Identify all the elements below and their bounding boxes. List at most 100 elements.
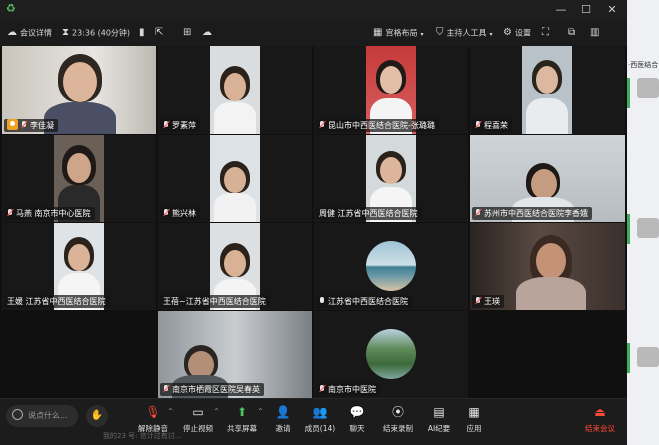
video-tile[interactable]: 王瑛	[470, 223, 625, 310]
video-tile[interactable]: 南京市栖霞区医院吴春英	[158, 311, 312, 398]
video-tile[interactable]: 罗素萍	[158, 46, 312, 134]
chat-avatar[interactable]	[637, 218, 659, 238]
video-tile[interactable]: 马燕 南京市中心医院	[2, 135, 156, 222]
participant-video	[210, 46, 260, 134]
invite-button[interactable]: 👤 邀请	[263, 403, 303, 441]
members-button[interactable]: 👥 成员(14)	[300, 403, 340, 441]
timer-label: 23:36 (40分钟)	[72, 28, 131, 38]
cloud-record-icon[interactable]: ☁	[202, 20, 215, 46]
participant-name-tag: 王媛 江苏省中西医结合医院	[4, 295, 110, 308]
hourglass-icon: ⧗	[62, 27, 70, 38]
host-tools-button[interactable]: ⛉ 主持人工具 ▾	[436, 20, 493, 46]
muted-mic-icon	[475, 209, 481, 217]
end-meeting-button[interactable]: ⏏ 结束会议	[580, 403, 620, 441]
settings-button[interactable]: ⚙ 设置	[503, 20, 531, 46]
muted-mic-icon	[163, 385, 169, 393]
muted-mic-icon	[475, 121, 481, 129]
muted-mic-icon	[319, 121, 325, 129]
muted-mic-icon	[475, 297, 481, 305]
chat-avatar[interactable]	[637, 78, 659, 98]
host-tools-label: 主持人工具	[446, 28, 487, 38]
apps-grid-icon: ▦	[468, 405, 480, 419]
participant-name-tag: 南京市中医院	[316, 383, 380, 396]
chat-placeholder: 说点什么...	[28, 411, 68, 420]
app-logo-icon: ♻	[6, 2, 16, 15]
participant-name-tag: 马燕 南京市中心医院	[4, 207, 95, 220]
end-record-button[interactable]: ⦿ 结束录制	[378, 403, 418, 441]
unread-indicator	[627, 78, 630, 108]
chat-avatar[interactable]	[637, 347, 659, 367]
meeting-toolbar: 说点什么... ✋ 🎙 解除静音 ^ ▭ 停止视频 ^ ⬆ 共享屏幕 ^ 👤 邀请 👥 成…	[0, 398, 627, 445]
video-tile[interactable]: 王蓓~江苏省中西医结合医院	[158, 223, 312, 310]
unmute-options-chevron-icon[interactable]: ^	[168, 408, 173, 415]
layout-button[interactable]: ▦ 宫格布局 ▾	[373, 20, 423, 46]
muted-mic-icon	[163, 121, 169, 129]
cloud-icon: ☁	[7, 27, 17, 38]
video-tile[interactable]: 苏州市中西医结合医院李香娥	[470, 135, 625, 222]
meeting-window: ♻ — ☐ ✕ ☁ 会议详情 ⧗ 23:36 (40分钟) ▮ ⇱ ⊞ ☁ ▦ 宫格布…	[0, 0, 627, 445]
apps-button[interactable]: ▦ 应用	[454, 403, 494, 441]
muted-mic-icon	[21, 121, 27, 129]
participant-name-tag: 熊兴林	[160, 207, 200, 220]
members-icon: 👥	[312, 405, 328, 419]
video-tile[interactable]: 王媛 江苏省中西医结合医院	[2, 223, 156, 310]
video-tile[interactable]: 周健 江苏省中西医结合医院	[314, 135, 468, 222]
exit-icon: ⏏	[594, 405, 606, 419]
unread-indicator	[627, 214, 630, 244]
ai-notes-icon: ▤	[433, 405, 445, 419]
popout-icon[interactable]: ⧉	[568, 20, 578, 46]
participant-name-tag: 昆山市中西医结合医院-张璐璐	[316, 119, 439, 132]
settings-label: 设置	[514, 28, 531, 38]
meeting-details-button[interactable]: ☁ 会议详情	[7, 20, 52, 46]
host-badge-icon	[7, 119, 18, 130]
video-options-chevron-icon[interactable]: ^	[214, 408, 219, 415]
chat-icon: 💬	[349, 405, 365, 419]
minimize-icon[interactable]: —	[552, 2, 570, 18]
emoji-icon	[12, 409, 23, 420]
video-tile[interactable]: 程喜荣	[470, 46, 625, 134]
chat-button[interactable]: 💬 聊天	[337, 403, 377, 441]
ai-minutes-button[interactable]: ▤ AI纪要	[419, 403, 459, 441]
participant-video	[522, 46, 572, 134]
sidebar-toggle-icon[interactable]: ▥	[590, 20, 602, 46]
fullscreen-icon[interactable]: ⛶	[542, 20, 552, 46]
muted-mic-icon	[319, 385, 325, 393]
meeting-details-label: 会议详情	[20, 28, 52, 38]
participant-name-tag: 程喜荣	[472, 119, 512, 132]
video-tile[interactable]: 南京市中医院	[314, 311, 468, 398]
maximize-icon[interactable]: ☐	[577, 2, 595, 18]
title-bar: ♻ — ☐ ✕	[0, 0, 627, 20]
muted-mic-icon	[163, 209, 169, 217]
signal-icon[interactable]: ▮	[139, 20, 148, 46]
participant-name-tag: 周健 江苏省中西医结合医院	[316, 207, 422, 220]
video-tile[interactable]: 江苏省中西医结合医院	[314, 223, 468, 310]
participant-name-tag: 苏州市中西医结合医院李香娥	[472, 207, 592, 220]
share-screen-button[interactable]: ⬆ 共享屏幕	[222, 403, 262, 441]
raise-hand-button[interactable]: ✋	[86, 405, 108, 427]
video-tile[interactable]: 昆山市中西医结合医院-张璐璐	[314, 46, 468, 134]
participant-name-tag: 江苏省中西医结合医院	[316, 295, 412, 308]
caption-icon[interactable]: ⊞	[183, 20, 194, 46]
chat-input[interactable]: 说点什么...	[6, 405, 78, 427]
share-screen-icon: ⬆	[236, 405, 248, 419]
record-icon: ⦿	[391, 405, 404, 419]
stop-video-button[interactable]: ▭ 停止视频	[178, 403, 218, 441]
video-camera-icon: ▭	[192, 405, 204, 419]
timer: ⧗ 23:36 (40分钟)	[62, 20, 130, 46]
close-icon[interactable]: ✕	[603, 2, 621, 18]
participant-video	[210, 135, 260, 222]
add-user-icon: 👤	[275, 405, 291, 419]
participant-avatar	[366, 241, 416, 291]
meeting-header: ☁ 会议详情 ⧗ 23:36 (40分钟) ▮ ⇱ ⊞ ☁ ▦ 宫格布局 ▾ ⛉ 主持人工…	[0, 20, 627, 46]
share-link-icon[interactable]: ⇱	[155, 20, 166, 46]
participant-name-tag: 李佳凝	[4, 119, 58, 132]
video-tile[interactable]: 熊兴林	[158, 135, 312, 222]
participant-name-tag: 王瑛	[472, 295, 504, 308]
grid-icon: ▦	[373, 27, 383, 38]
video-grid: 李佳凝 罗素萍 昆山市中西医结合医院-张璐璐 程喜荣 马燕 南京市中心医院 熊兴…	[0, 46, 627, 398]
chat-title: ·西医结合	[628, 61, 659, 69]
muted-mic-icon: 🎙	[145, 405, 161, 419]
gear-icon: ⚙	[503, 27, 512, 38]
background-window-strip: ·西医结合	[627, 0, 659, 445]
video-tile[interactable]: 李佳凝	[2, 46, 156, 134]
